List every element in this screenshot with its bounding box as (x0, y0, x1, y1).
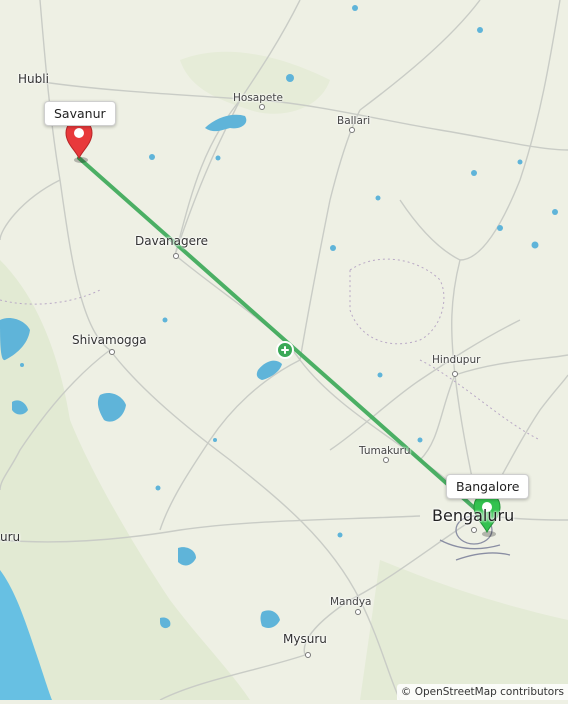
city-label-hubli: Hubli (18, 72, 49, 86)
start-location-label[interactable]: Savanur (44, 101, 116, 126)
city-label-ballari: Ballari (337, 115, 371, 127)
end-location-label[interactable]: Bangalore (446, 474, 530, 499)
city-label-hindupur: Hindupur (432, 354, 481, 366)
city-label-mandya: Mandya (330, 596, 372, 608)
city-label-tumakuru: Tumakuru (359, 445, 411, 457)
city-label-left-edge: uru (0, 530, 21, 544)
route-direction-icon (276, 341, 294, 359)
city-label-davanagere: Davanagere (135, 234, 209, 248)
city-label-mysuru: Mysuru (283, 632, 327, 646)
city-label-bengaluru: Bengaluru (432, 506, 515, 525)
city-label-shivamogga: Shivamogga (72, 333, 147, 347)
city-label-hosapete: Hosapete (233, 92, 283, 104)
map-attribution[interactable]: © OpenStreetMap contributors (396, 684, 568, 700)
